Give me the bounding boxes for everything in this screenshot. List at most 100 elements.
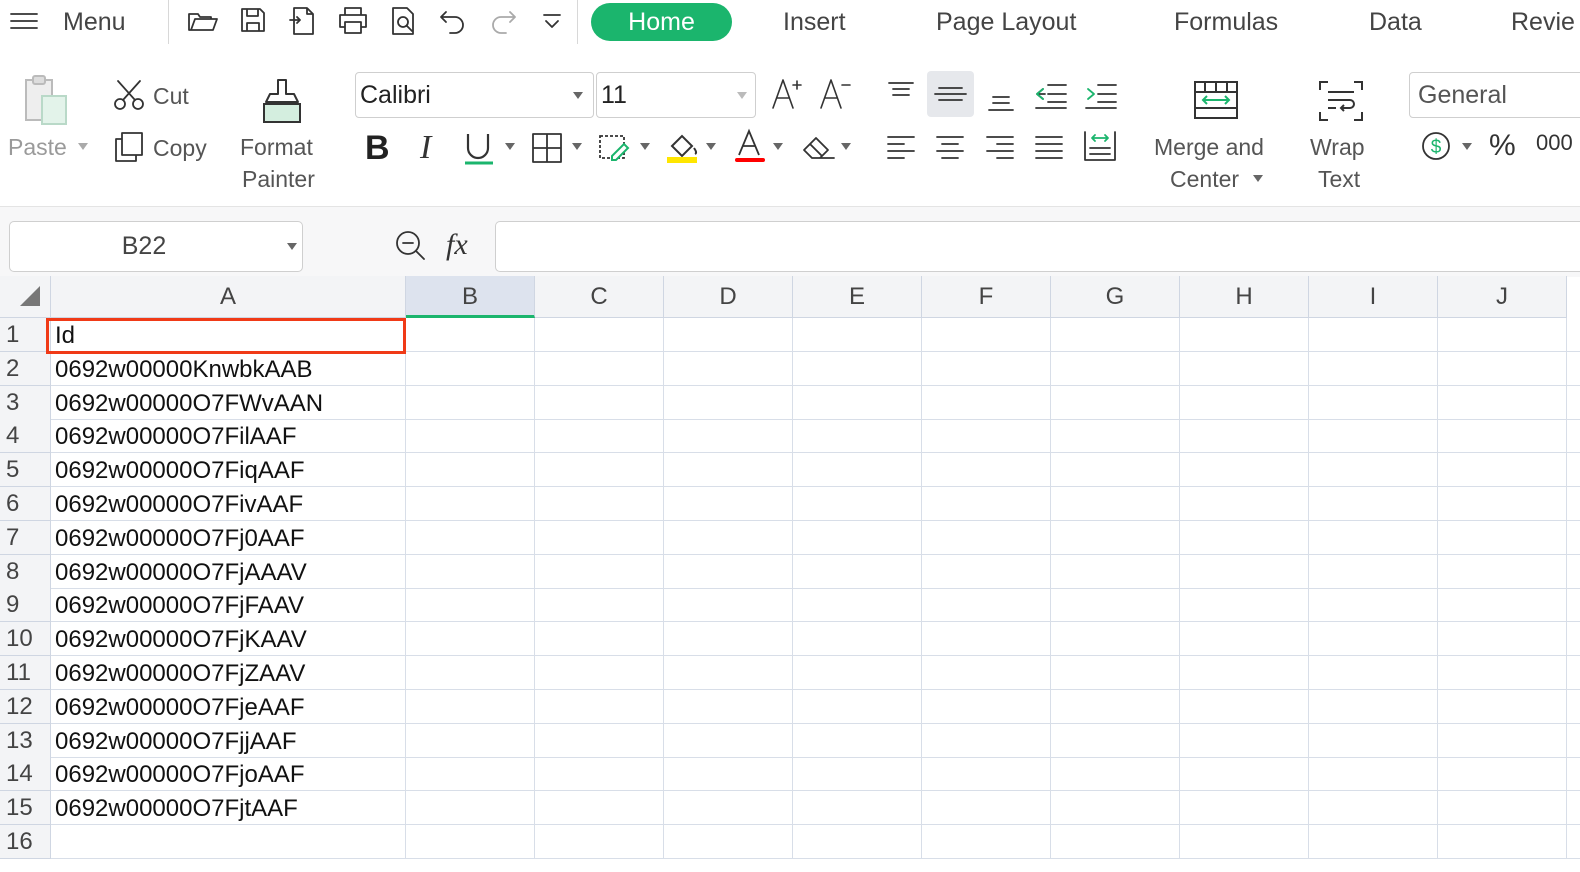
cell-a5[interactable]: 0692w00000O7FiqAAF	[51, 453, 406, 487]
align-middle-button[interactable]	[927, 71, 974, 117]
cell-e4[interactable]	[793, 419, 922, 453]
row-header[interactable]: 9	[0, 588, 51, 623]
tab-formulas[interactable]: Formulas	[1174, 3, 1278, 41]
cell-e13[interactable]	[793, 723, 922, 757]
cell-j9[interactable]	[1438, 588, 1567, 622]
cell-e3[interactable]	[793, 385, 922, 419]
font-size-select[interactable]: 11	[596, 72, 756, 118]
cell-e1[interactable]	[793, 318, 922, 351]
cell-c6[interactable]	[535, 487, 664, 520]
cell-c9[interactable]	[535, 588, 664, 622]
row-header[interactable]: 6	[0, 487, 51, 521]
cell-b10[interactable]	[406, 622, 535, 656]
cell-h5[interactable]	[1180, 453, 1309, 487]
column-header-d[interactable]: D	[664, 276, 793, 318]
cell-i11[interactable]	[1309, 656, 1438, 689]
row-header[interactable]: 8	[0, 554, 51, 589]
row-header[interactable]: 1	[0, 318, 51, 352]
cell-j3[interactable]	[1438, 385, 1567, 419]
cell-h10[interactable]	[1180, 622, 1309, 656]
format-painter-icon[interactable]	[260, 76, 306, 128]
cell-i10[interactable]	[1309, 622, 1438, 656]
cell-f14[interactable]	[922, 757, 1051, 791]
cell-a15[interactable]: 0692w00000O7FjtAAF	[51, 791, 406, 825]
cell-format-dropdown-icon[interactable]	[640, 143, 650, 150]
cell-f2[interactable]	[922, 351, 1051, 385]
cell-h4[interactable]	[1180, 419, 1309, 453]
cell-a16[interactable]	[51, 825, 406, 858]
cell-g2[interactable]	[1051, 351, 1180, 385]
cell-j4[interactable]	[1438, 419, 1567, 453]
cell-j16[interactable]	[1438, 825, 1567, 858]
cell-b2[interactable]	[406, 351, 535, 385]
justify-icon[interactable]	[1034, 134, 1064, 162]
cell-b14[interactable]	[406, 757, 535, 791]
cell-b4[interactable]	[406, 419, 535, 453]
quick-access-dropdown-icon[interactable]	[541, 12, 563, 32]
wrap-text-label-line2[interactable]: Text	[1318, 163, 1360, 195]
cell-b8[interactable]	[406, 554, 535, 588]
cell-j13[interactable]	[1438, 723, 1567, 757]
cell-j8[interactable]	[1438, 554, 1567, 588]
cell-h3[interactable]	[1180, 385, 1309, 419]
cell-j15[interactable]	[1438, 791, 1567, 825]
cell-f4[interactable]	[922, 419, 1051, 453]
cell-g3[interactable]	[1051, 385, 1180, 419]
tab-review[interactable]: Revie	[1511, 3, 1575, 41]
increase-font-size-icon[interactable]	[770, 76, 806, 112]
cell-g11[interactable]	[1051, 656, 1180, 689]
cell-a8[interactable]: 0692w00000O7FjAAAV	[51, 554, 406, 588]
cell-a9[interactable]: 0692w00000O7FjFAAV	[51, 588, 406, 622]
cell-e8[interactable]	[793, 554, 922, 588]
cell-i15[interactable]	[1309, 791, 1438, 825]
cell-e15[interactable]	[793, 791, 922, 825]
paste-button-label[interactable]: Paste	[8, 131, 67, 163]
cell-c1[interactable]	[535, 318, 664, 351]
merge-center-icon[interactable]	[1193, 80, 1241, 122]
cell-f12[interactable]	[922, 689, 1051, 723]
cell-i6[interactable]	[1309, 487, 1438, 520]
cell-b16[interactable]	[406, 825, 535, 858]
cell-c3[interactable]	[535, 385, 664, 419]
cell-b12[interactable]	[406, 689, 535, 723]
align-right-icon[interactable]	[985, 134, 1015, 162]
italic-icon[interactable]: I	[420, 129, 431, 167]
cell-f13[interactable]	[922, 723, 1051, 757]
cell-d2[interactable]	[664, 351, 793, 385]
cell-e6[interactable]	[793, 487, 922, 520]
cell-d9[interactable]	[664, 588, 793, 622]
cell-g4[interactable]	[1051, 419, 1180, 453]
cell-i14[interactable]	[1309, 757, 1438, 791]
cell-e12[interactable]	[793, 689, 922, 723]
cell-b7[interactable]	[406, 520, 535, 554]
cell-f11[interactable]	[922, 656, 1051, 689]
wrap-text-icon[interactable]	[1318, 80, 1364, 122]
row-header[interactable]: 3	[0, 385, 51, 420]
cell-f8[interactable]	[922, 554, 1051, 588]
cell-b5[interactable]	[406, 453, 535, 487]
row-header[interactable]: 10	[0, 622, 51, 657]
cell-i1[interactable]	[1309, 318, 1438, 351]
cell-c11[interactable]	[535, 656, 664, 689]
align-top-icon[interactable]	[886, 80, 916, 106]
hamburger-menu-icon[interactable]	[8, 8, 40, 34]
cut-button[interactable]: Cut	[153, 80, 189, 112]
clear-dropdown-icon[interactable]	[841, 143, 851, 150]
row-header[interactable]: 15	[0, 791, 51, 826]
column-header-c[interactable]: C	[535, 276, 664, 318]
row-header[interactable]: 16	[0, 825, 51, 859]
increase-indent-icon[interactable]	[1084, 82, 1118, 112]
cell-g15[interactable]	[1051, 791, 1180, 825]
cell-i16[interactable]	[1309, 825, 1438, 858]
cell-d6[interactable]	[664, 487, 793, 520]
tab-data[interactable]: Data	[1369, 3, 1422, 41]
cell-f1[interactable]	[922, 318, 1051, 351]
cell-i2[interactable]	[1309, 351, 1438, 385]
cell-i8[interactable]	[1309, 554, 1438, 588]
cell-a12[interactable]: 0692w00000O7FjeAAF	[51, 689, 406, 723]
cell-a3[interactable]: 0692w00000O7FWvAAN	[51, 385, 406, 419]
cell-e5[interactable]	[793, 453, 922, 487]
cell-b3[interactable]	[406, 385, 535, 419]
cell-c7[interactable]	[535, 520, 664, 554]
cell-j6[interactable]	[1438, 487, 1567, 520]
